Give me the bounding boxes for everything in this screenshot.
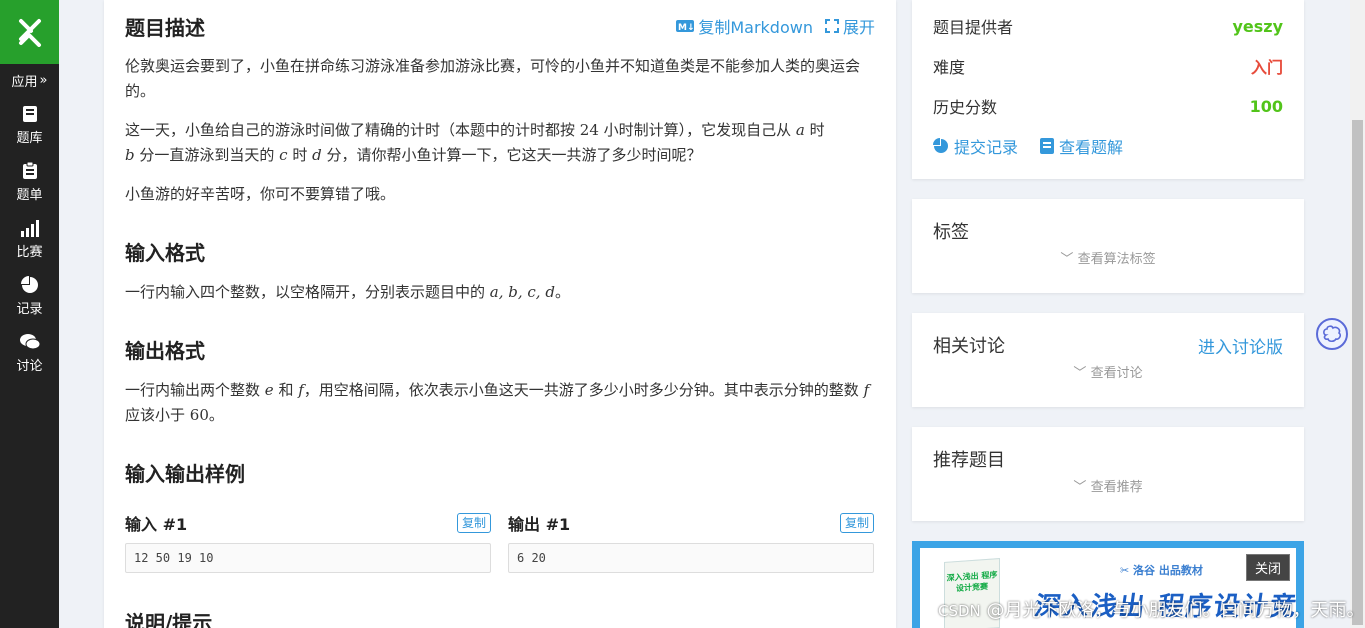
- chat-bubbles-icon: [19, 332, 41, 352]
- discussion-panel: 相关讨论 进入讨论版 ﹀ 查看讨论: [912, 313, 1304, 407]
- assistant-brain-icon[interactable]: [1316, 318, 1348, 350]
- sample-input-code[interactable]: 12 50 19 10: [125, 543, 491, 573]
- view-recommend-toggle[interactable]: ﹀ 查看推荐: [933, 476, 1283, 495]
- sample-output-title: 输出 #1: [508, 515, 571, 534]
- csdn-watermark: CSDN @月光下欧洛，与小朋友们。白间万物，天雨。: [938, 600, 1365, 621]
- sidebar-item-label: 比赛: [16, 244, 43, 260]
- recommend-panel: 推荐题目 ﹀ 查看推荐: [912, 427, 1304, 521]
- output-format-text: 一行内输出两个整数 e 和 f，用空格间隔，依次表示小鱼这天一共游了多少小时多少…: [125, 381, 870, 424]
- sidebar-item-problems[interactable]: 题库: [0, 96, 59, 153]
- sidebar-item-records[interactable]: 记录: [0, 267, 59, 324]
- input-format-text: 一行内输入四个整数，以空格隔开，分别表示题目中的 a, b, c, d。: [125, 283, 570, 301]
- discussion-title: 相关讨论: [933, 336, 1005, 357]
- app-menu-label: 应用: [11, 74, 38, 90]
- provider-label: 题目提供者: [933, 18, 1014, 37]
- sample-input-title: 输入 #1: [125, 515, 188, 534]
- luogu-logo-icon: [18, 19, 41, 47]
- expand-icon: [824, 19, 839, 33]
- copy-output-button[interactable]: 复制: [839, 513, 874, 533]
- expand-label: 展开: [842, 18, 875, 37]
- sample-input: 输入 #1 复制 12 50 19 10: [125, 511, 491, 573]
- tags-panel: 标签 ﹀ 查看算法标签: [912, 199, 1304, 293]
- chevron-down-icon: ﹀: [1060, 252, 1074, 267]
- chevron-down-icon: ﹀: [1073, 366, 1087, 381]
- left-sidebar: 应用 » 题库 题单 比赛 记录 讨论: [0, 0, 59, 628]
- hint-title: 说明/提示: [125, 611, 213, 628]
- view-discussion-toggle[interactable]: ﹀ 查看讨论: [933, 362, 1283, 381]
- scrollbar-thumb[interactable]: [1352, 120, 1363, 625]
- markdown-icon: M↓: [676, 20, 695, 32]
- bar-signal-icon: [20, 218, 40, 238]
- output-format-title: 输出格式: [125, 339, 205, 363]
- expand-button[interactable]: 展开: [824, 14, 875, 38]
- solutions-link[interactable]: 查看题解: [1040, 134, 1123, 158]
- sample-output: 输出 #1 复制 6 20: [508, 511, 874, 573]
- book-icon: [22, 104, 38, 124]
- svg-text:M↓: M↓: [678, 23, 694, 32]
- chevron-down-icon: ﹀: [1073, 480, 1087, 495]
- copy-markdown-label: 复制Markdown: [698, 18, 813, 37]
- sidebar-item-label: 题单: [16, 187, 43, 203]
- pie-chart-icon: [20, 275, 39, 295]
- sidebar-item-contests[interactable]: 比赛: [0, 210, 59, 267]
- view-tags-toggle[interactable]: ﹀ 查看算法标签: [933, 248, 1283, 267]
- description-title: 题目描述: [125, 15, 205, 40]
- ad-subtitle: ✂ 洛谷 出品教材: [1120, 564, 1203, 577]
- description-paragraph-1: 伦敦奥运会要到了，小鱼在拼命练习游泳准备参加游泳比赛，可怜的小鱼并不知道鱼类是不…: [125, 57, 861, 100]
- clipboard-icon: [22, 161, 38, 181]
- sample-output-code[interactable]: 6 20: [508, 543, 874, 573]
- sidebar-item-label: 讨论: [16, 358, 43, 374]
- provider-value[interactable]: yeszy: [1232, 17, 1283, 36]
- input-format-title: 输入格式: [125, 241, 205, 265]
- difficulty-label: 难度: [933, 58, 966, 77]
- sidebar-item-lists[interactable]: 题单: [0, 153, 59, 210]
- score-value: 100: [1249, 96, 1283, 116]
- copy-input-button[interactable]: 复制: [456, 513, 491, 533]
- problem-info-panel: 题目提供者 yeszy 难度 入门 历史分数 100 提交记录 查看题解: [912, 0, 1304, 179]
- recommend-title: 推荐题目: [933, 450, 1005, 471]
- enter-discussion-link[interactable]: 进入讨论版: [1198, 333, 1283, 358]
- pie-chart-icon: [933, 138, 948, 153]
- copy-markdown-button[interactable]: M↓ 复制Markdown: [676, 14, 813, 38]
- sidebar-item-label: 记录: [16, 301, 43, 317]
- difficulty-value: 入门: [1250, 58, 1283, 77]
- description-paragraph-2: 这一天，小鱼给自己的游泳时间做了精确的计时（本题中的计时都按 24 小时制计算）…: [125, 121, 825, 164]
- sidebar-item-label: 题库: [16, 130, 43, 146]
- submissions-link[interactable]: 提交记录: [933, 134, 1018, 158]
- app-menu-toggle[interactable]: 应用 »: [0, 64, 59, 96]
- close-ad-button[interactable]: 关闭: [1246, 554, 1291, 581]
- luogu-logo[interactable]: [0, 0, 59, 64]
- tags-title: 标签: [933, 222, 969, 243]
- problem-card: 题目描述 M↓ 复制Markdown 展开 伦敦奥运会要到了，小鱼在拼命练习游泳…: [104, 0, 896, 628]
- chevron-right-icon: »: [39, 72, 48, 88]
- description-paragraph-3: 小鱼游的好辛苦呀，你可不要算错了哦。: [125, 185, 396, 203]
- book-icon: [1040, 138, 1055, 154]
- samples-title: 输入输出样例: [125, 462, 245, 486]
- score-label: 历史分数: [933, 98, 998, 117]
- sidebar-item-discuss[interactable]: 讨论: [0, 324, 59, 381]
